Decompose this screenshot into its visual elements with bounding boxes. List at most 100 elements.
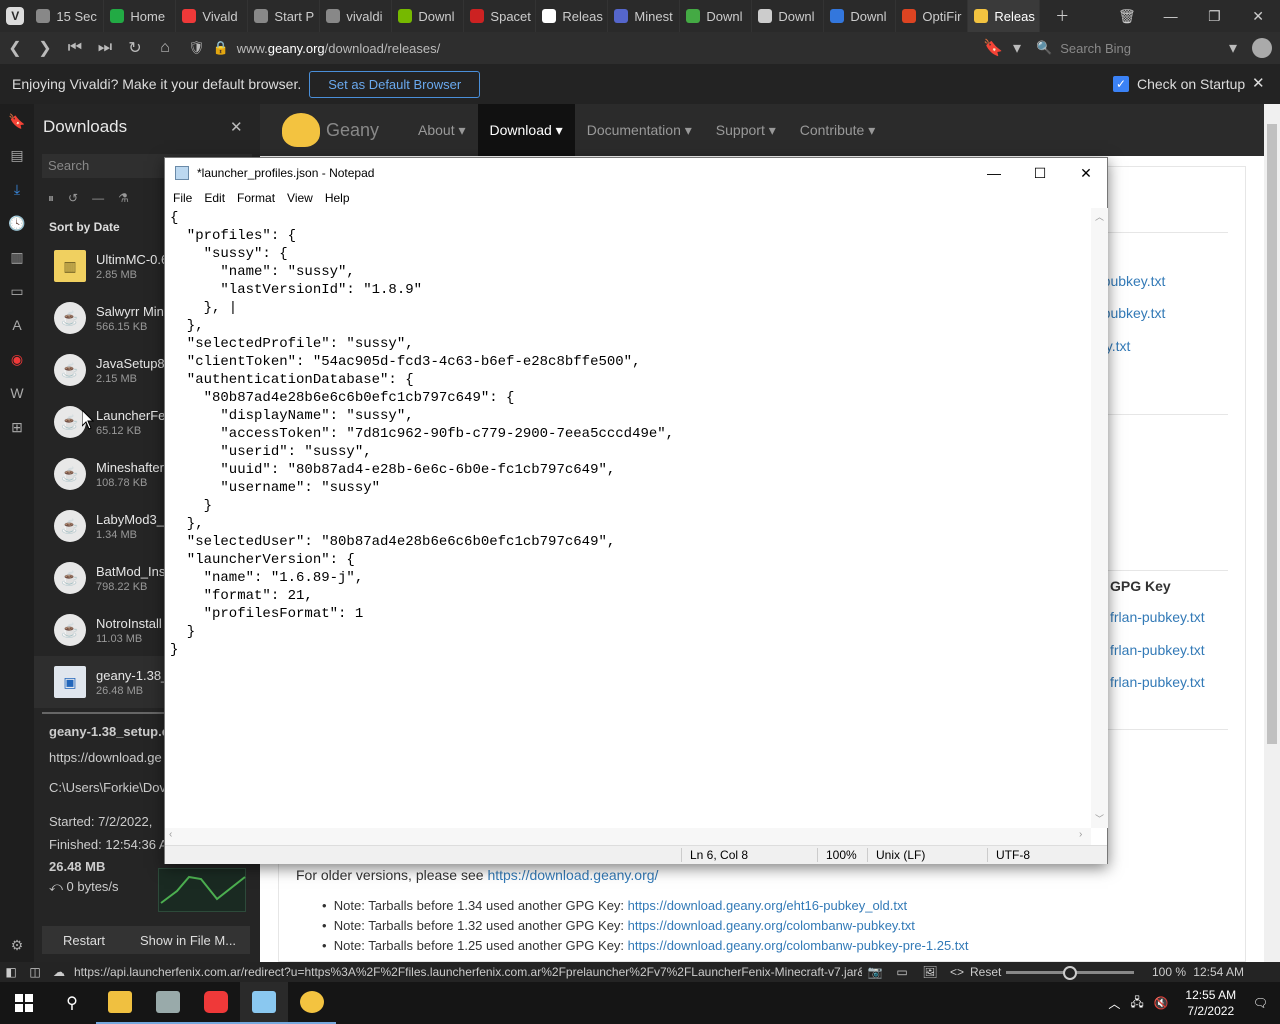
menu-format[interactable]: Format	[231, 191, 281, 205]
geany-taskbar-icon[interactable]	[288, 982, 336, 1024]
browser-tab[interactable]: Releas	[536, 0, 609, 32]
taskbar-clock[interactable]: 12:55 AM 7/2/2022	[1179, 987, 1243, 1019]
close-notification-icon[interactable]: ✕	[1252, 74, 1265, 92]
image-icon[interactable]: 🖼	[916, 965, 944, 979]
clear-icon[interactable]: ⚗	[118, 191, 129, 205]
close-icon[interactable]: ✕	[1063, 158, 1109, 188]
file-explorer-icon[interactable]	[96, 982, 144, 1024]
downloads-icon[interactable]: ⤓	[0, 172, 34, 206]
checkbox-checked-icon[interactable]: ✓	[1113, 76, 1129, 92]
notifications-icon[interactable]: 🗨	[1253, 996, 1280, 1010]
reading-list-icon[interactable]: ▤	[0, 138, 34, 172]
pubkey-link[interactable]: -pubkey.txt	[1098, 305, 1165, 321]
browser-tab[interactable]: Vivald	[176, 0, 249, 32]
reload-icon[interactable]: ↻	[120, 32, 150, 64]
settings-gear-icon[interactable]: ⚙	[0, 928, 34, 962]
note-link[interactable]: https://download.geany.org/eht16-pubkey_…	[628, 898, 907, 913]
site-nav-item[interactable]: About ▾	[406, 104, 478, 156]
notepad-vertical-scrollbar[interactable]: ︿ ﹀	[1091, 208, 1108, 828]
site-nav-item[interactable]: Documentation ▾	[575, 104, 704, 156]
site-nav-item[interactable]: Contribute ▾	[788, 104, 888, 156]
older-versions-link[interactable]: https://download.geany.org/	[487, 867, 658, 883]
menu-file[interactable]: File	[167, 191, 198, 205]
url-field[interactable]: 🛡 🔒 www.geany.org/download/releases/	[188, 36, 968, 60]
frlan-pubkey-link[interactable]: frlan-pubkey.txt	[1110, 642, 1205, 658]
code-icon[interactable]: <>	[944, 965, 970, 979]
site-nav-item[interactable]: Download ▾	[477, 104, 575, 156]
note-link[interactable]: https://download.geany.org/colombanw-pub…	[628, 918, 915, 933]
scroll-down-icon[interactable]: ﹀	[1095, 812, 1104, 825]
vivaldi-taskbar-icon[interactable]	[192, 982, 240, 1024]
notepad-taskbar-icon[interactable]	[240, 982, 288, 1024]
profile-avatar[interactable]	[1252, 38, 1272, 58]
menu-view[interactable]: View	[281, 191, 319, 205]
browser-tab[interactable]: Minest	[608, 0, 681, 32]
pause-icon[interactable]: ⏸	[48, 191, 54, 206]
frlan-pubkey-link[interactable]: frlan-pubkey.txt	[1110, 609, 1205, 625]
chevron-down-icon[interactable]: ▾	[1002, 32, 1032, 64]
check-on-startup[interactable]: ✓ Check on Startup	[1113, 76, 1245, 92]
vivaldi-panel-icon[interactable]: ◉	[0, 342, 34, 376]
volume-muted-icon[interactable]: 🔇	[1154, 996, 1169, 1010]
browser-tab[interactable]: Downl	[392, 0, 465, 32]
notepad-text-area[interactable]: { "profiles": { "sussy": { "name": "suss…	[165, 208, 1091, 828]
scroll-right-icon[interactable]: ›	[1079, 829, 1082, 840]
frlan-pubkey-link[interactable]: frlan-pubkey.txt	[1110, 674, 1205, 690]
geany-logo[interactable]: Geany	[260, 113, 406, 147]
scroll-left-icon[interactable]: ‹	[169, 829, 172, 840]
windows-start-icon[interactable]	[0, 982, 48, 1024]
trash-icon[interactable]: 🗑	[1105, 0, 1149, 32]
back-icon[interactable]: ❮	[0, 32, 30, 64]
page-scrollbar[interactable]	[1264, 104, 1280, 962]
add-panel-icon[interactable]: ⊞	[0, 410, 34, 444]
capture-icon[interactable]: 📷	[862, 965, 888, 979]
search-field[interactable]: 🔍 Search Bing	[1036, 36, 1246, 60]
translate-icon[interactable]: A	[0, 308, 34, 342]
cloud-sync-icon[interactable]: ☁	[48, 965, 70, 979]
vivaldi-menu-icon[interactable]: V	[0, 0, 30, 32]
search-engine-dropdown-icon[interactable]: ▾	[1218, 32, 1248, 64]
minimize-icon[interactable]: —	[971, 158, 1017, 188]
restart-button[interactable]: Restart	[42, 926, 126, 954]
scrollbar-thumb[interactable]	[1267, 124, 1277, 744]
browser-tab[interactable]: Home	[104, 0, 177, 32]
browser-tab[interactable]: Spacet	[464, 0, 537, 32]
set-default-browser-button[interactable]: Set as Default Browser	[309, 70, 481, 98]
site-nav-item[interactable]: Support ▾	[704, 104, 788, 156]
maximize-icon[interactable]: ☐	[1017, 158, 1063, 188]
history-icon[interactable]: 🕓	[0, 206, 34, 240]
restore-icon[interactable]: ❐	[1193, 0, 1237, 32]
fast-forward-icon[interactable]: ⏭	[90, 32, 120, 64]
remove-icon[interactable]: —	[92, 191, 104, 205]
bookmarks-icon[interactable]: 🔖	[0, 104, 34, 138]
network-icon[interactable]: 🖧	[1130, 993, 1143, 1014]
browser-tab[interactable]: Releas	[968, 0, 1041, 32]
browser-tab[interactable]: vivaldi	[320, 0, 393, 32]
wikipedia-icon[interactable]: W	[0, 376, 34, 410]
menu-edit[interactable]: Edit	[198, 191, 231, 205]
app-icon[interactable]	[144, 982, 192, 1024]
retry-icon[interactable]: ↺	[68, 191, 78, 205]
pubkey-link[interactable]: -pubkey.txt	[1098, 273, 1165, 289]
zoom-slider[interactable]	[1006, 966, 1134, 980]
show-in-file-manager-button[interactable]: Show in File M...	[126, 926, 250, 954]
minimize-icon[interactable]: —	[1149, 0, 1193, 32]
browser-tab[interactable]: OptiFir	[896, 0, 969, 32]
notepad-horizontal-scrollbar[interactable]: ‹ ›	[165, 828, 1091, 845]
search-icon[interactable]: ⚲	[48, 982, 96, 1024]
close-icon[interactable]: ✕	[1236, 0, 1280, 32]
browser-tab[interactable]: Downl	[752, 0, 825, 32]
scroll-up-icon[interactable]: ︿	[1095, 210, 1104, 223]
panel-toggle-icon[interactable]: ◧	[0, 965, 22, 979]
notepad-titlebar[interactable]: *launcher_profiles.json - Notepad	[165, 158, 1107, 188]
tile-icon[interactable]: ▭	[888, 965, 916, 979]
browser-tab[interactable]: Downl	[824, 0, 897, 32]
rewind-icon[interactable]: ⏮	[60, 32, 90, 64]
home-icon[interactable]: ⌂	[150, 32, 180, 64]
zoom-slider-thumb[interactable]	[1063, 966, 1077, 980]
browser-tab[interactable]: Downl	[680, 0, 753, 32]
close-panel-icon[interactable]: ✕	[230, 118, 243, 136]
zoom-reset-button[interactable]: Reset	[970, 965, 1006, 979]
notes-icon[interactable]: ▥	[0, 240, 34, 274]
browser-tab[interactable]: 15 Sec	[30, 0, 105, 32]
